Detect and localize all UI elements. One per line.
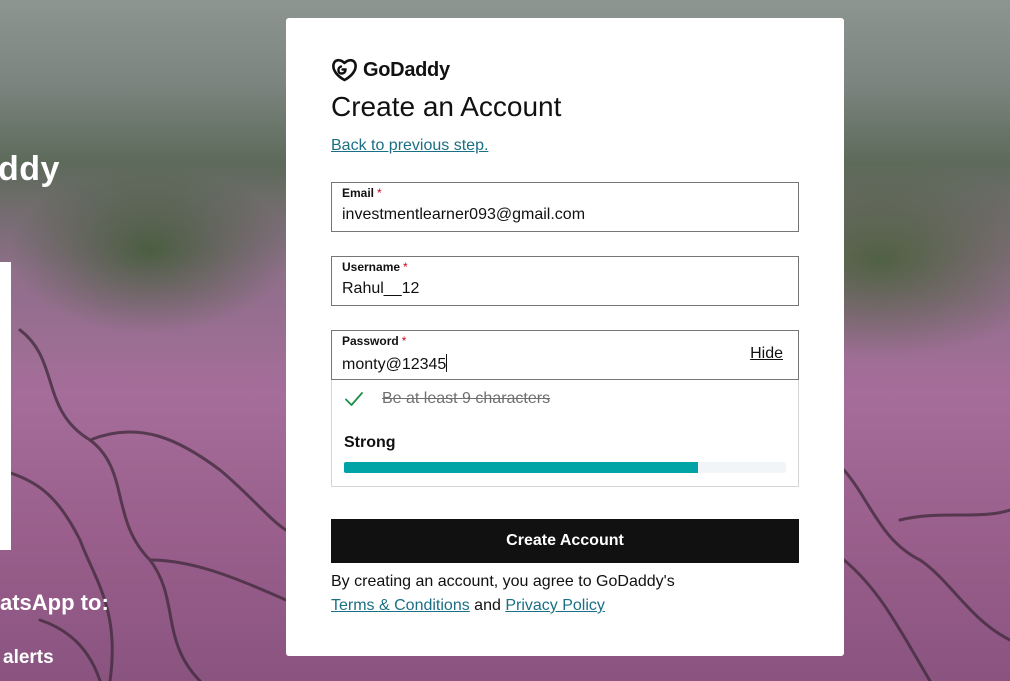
background-promo-text-2: alerts	[3, 647, 54, 668]
email-field[interactable]: Email * investmentlearner093@gmail.com	[331, 182, 799, 232]
back-link[interactable]: Back to previous step.	[331, 137, 488, 155]
password-strength-fill	[344, 462, 698, 473]
password-requirements-panel: Be at least 9 characters Strong	[331, 380, 799, 487]
required-mark: *	[377, 186, 382, 200]
godaddy-logo-icon	[332, 58, 357, 82]
signup-card: GoDaddy Create an Account Back to previo…	[286, 18, 844, 656]
text-cursor	[446, 354, 448, 372]
legal-prefix: By creating an account, you agree to GoD…	[331, 573, 675, 590]
privacy-link[interactable]: Privacy Policy	[505, 597, 605, 614]
password-rule-text: Be at least 9 characters	[382, 390, 551, 407]
required-mark: *	[401, 334, 407, 348]
password-field[interactable]: Password * monty@12345 Hide	[331, 330, 799, 380]
required-mark: *	[403, 260, 408, 274]
checkmark-icon	[345, 392, 363, 406]
username-field[interactable]: Username * Rahul__12	[331, 256, 799, 306]
password-strength-meter	[344, 462, 786, 473]
terms-link[interactable]: Terms & Conditions	[331, 597, 470, 614]
background-white-panel	[0, 262, 11, 550]
legal-text: By creating an account, you agree to GoD…	[331, 570, 801, 618]
password-strength-label: Strong	[344, 434, 396, 451]
logo[interactable]: GoDaddy	[331, 58, 450, 82]
page-title: Create an Account	[331, 91, 562, 122]
logo-text: GoDaddy	[363, 58, 450, 81]
legal-conjunction: and	[474, 597, 501, 614]
background-promo-text: atsApp to:	[0, 590, 109, 615]
username-input[interactable]: Rahul__12	[342, 280, 419, 298]
create-account-button[interactable]: Create Account	[331, 519, 799, 563]
password-rule: Be at least 9 characters	[344, 390, 550, 408]
email-label: Email *	[342, 186, 382, 200]
password-label: Password *	[342, 334, 407, 348]
hide-password-button[interactable]: Hide	[750, 345, 783, 363]
background-brand-text: ddy	[0, 150, 60, 188]
username-label: Username *	[342, 260, 408, 274]
password-input[interactable]: monty@12345	[342, 354, 448, 374]
email-input[interactable]: investmentlearner093@gmail.com	[342, 206, 585, 224]
